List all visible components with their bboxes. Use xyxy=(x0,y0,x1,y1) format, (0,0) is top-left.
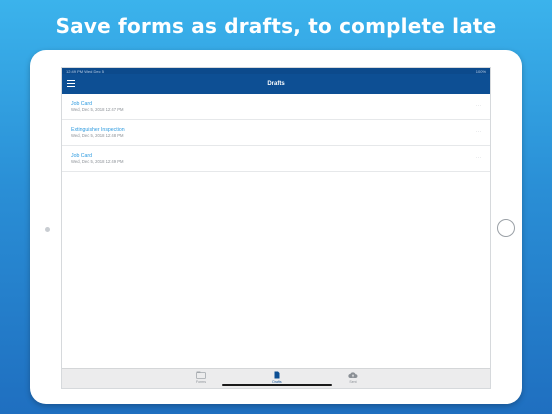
hamburger-menu-icon[interactable] xyxy=(67,80,75,87)
draft-date: Wed, Dec 5, 2018 12:47 PM xyxy=(71,107,124,112)
navigation-bar: Drafts xyxy=(62,74,490,94)
more-options-icon[interactable]: ··· xyxy=(476,129,483,135)
folder-icon xyxy=(196,371,206,379)
status-time: 12:49 PM Wed Dec 5 xyxy=(66,68,104,74)
list-item[interactable]: Extinguisher Inspection Wed, Dec 5, 2018… xyxy=(62,120,490,146)
marketing-headline: Save forms as drafts, to complete late xyxy=(55,14,497,38)
tablet-camera xyxy=(45,227,50,232)
app-screen: 12:49 PM Wed Dec 5 100% Drafts Job Card … xyxy=(61,67,491,389)
drafts-list: Job Card Wed, Dec 5, 2018 12:47 PM ··· E… xyxy=(62,94,490,172)
tab-label: Forms xyxy=(196,380,206,384)
list-item[interactable]: Job Card Wed, Dec 5, 2018 12:49 PM ··· xyxy=(62,146,490,172)
draft-date: Wed, Dec 5, 2018 12:49 PM xyxy=(71,159,124,164)
tablet-home-button[interactable] xyxy=(497,219,515,237)
draft-date: Wed, Dec 5, 2018 12:48 PM xyxy=(71,133,124,138)
page-title: Drafts xyxy=(267,81,285,87)
list-item[interactable]: Job Card Wed, Dec 5, 2018 12:47 PM ··· xyxy=(62,94,490,120)
tablet-frame: 12:49 PM Wed Dec 5 100% Drafts Job Card … xyxy=(30,50,522,404)
cloud-upload-icon xyxy=(348,372,358,379)
tab-label: Sent xyxy=(349,380,357,384)
status-battery: 100% xyxy=(475,68,486,74)
tab-drafts[interactable]: Drafts xyxy=(262,371,292,384)
more-options-icon[interactable]: ··· xyxy=(476,155,483,161)
home-indicator[interactable] xyxy=(222,384,332,386)
more-options-icon[interactable]: ··· xyxy=(476,103,483,109)
document-icon xyxy=(274,371,280,379)
tab-forms[interactable]: Forms xyxy=(186,371,216,384)
tab-bar: Forms Drafts Sent xyxy=(62,368,490,388)
tab-sent[interactable]: Sent xyxy=(338,371,368,384)
